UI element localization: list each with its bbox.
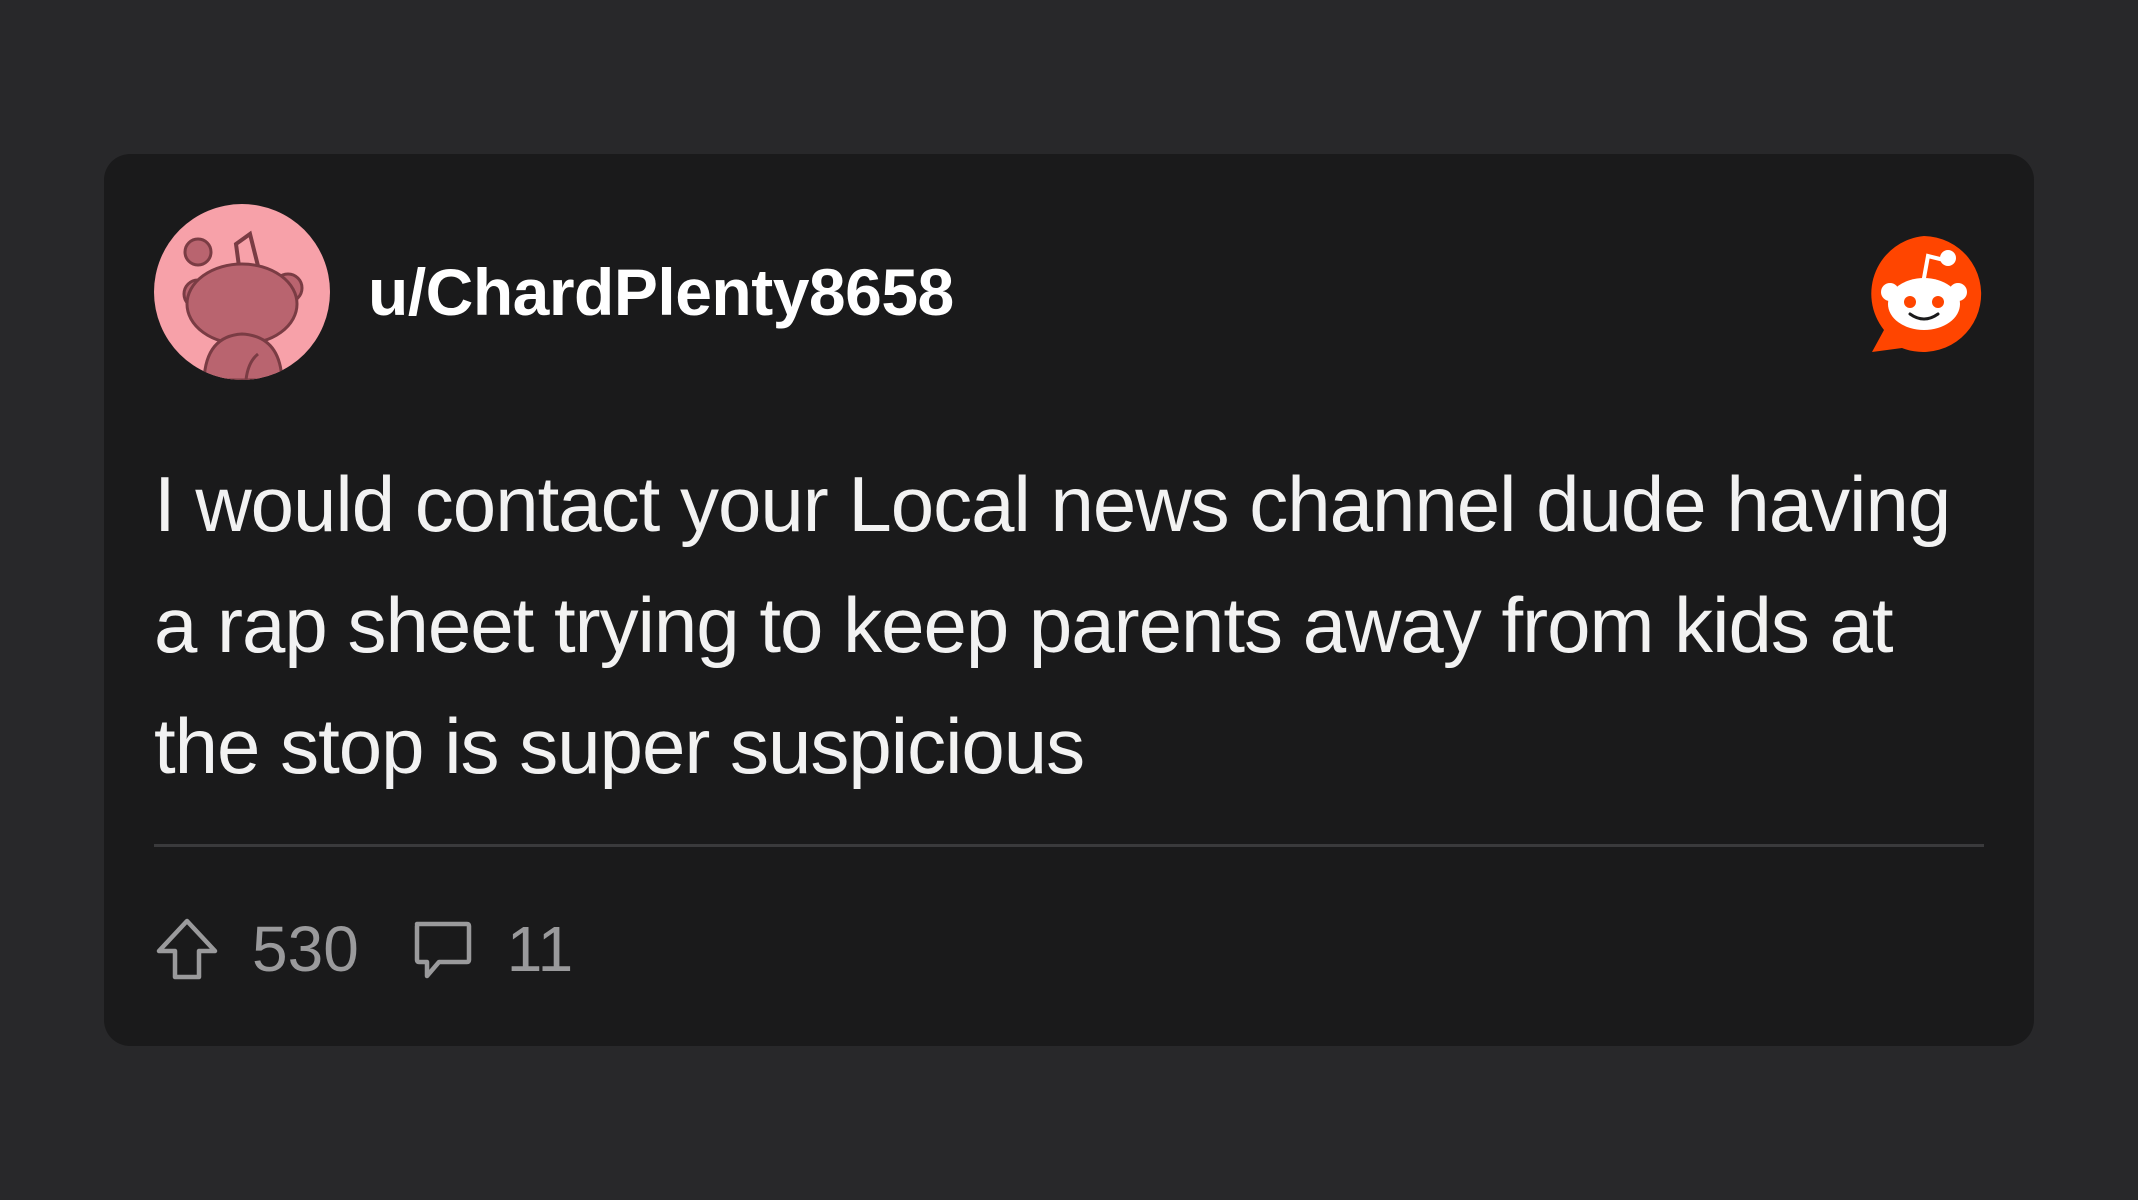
divider (154, 844, 1984, 847)
comment-count: 11 (506, 913, 574, 985)
comments-button[interactable]: 11 (409, 912, 573, 986)
comment-text: I would contact your Local news channel … (154, 460, 1951, 790)
comment-card: u/ChardPlenty8658 I would contact your L… (104, 154, 2034, 1046)
username[interactable]: u/ChardPlenty8658 (368, 254, 954, 330)
comment-header: u/ChardPlenty8658 (154, 204, 1984, 380)
page: u/ChardPlenty8658 I would contact your L… (0, 0, 2138, 1200)
user-avatar[interactable] (154, 204, 330, 380)
comment-actions: 530 11 (154, 909, 573, 989)
upvote-button[interactable]: 530 (154, 912, 359, 986)
upvote-arrow-icon (154, 916, 220, 982)
reddit-logo-icon (1864, 234, 1984, 354)
upvote-count: 530 (252, 913, 359, 985)
comment-bubble-icon (409, 916, 475, 982)
snoo-avatar-icon (182, 230, 304, 380)
